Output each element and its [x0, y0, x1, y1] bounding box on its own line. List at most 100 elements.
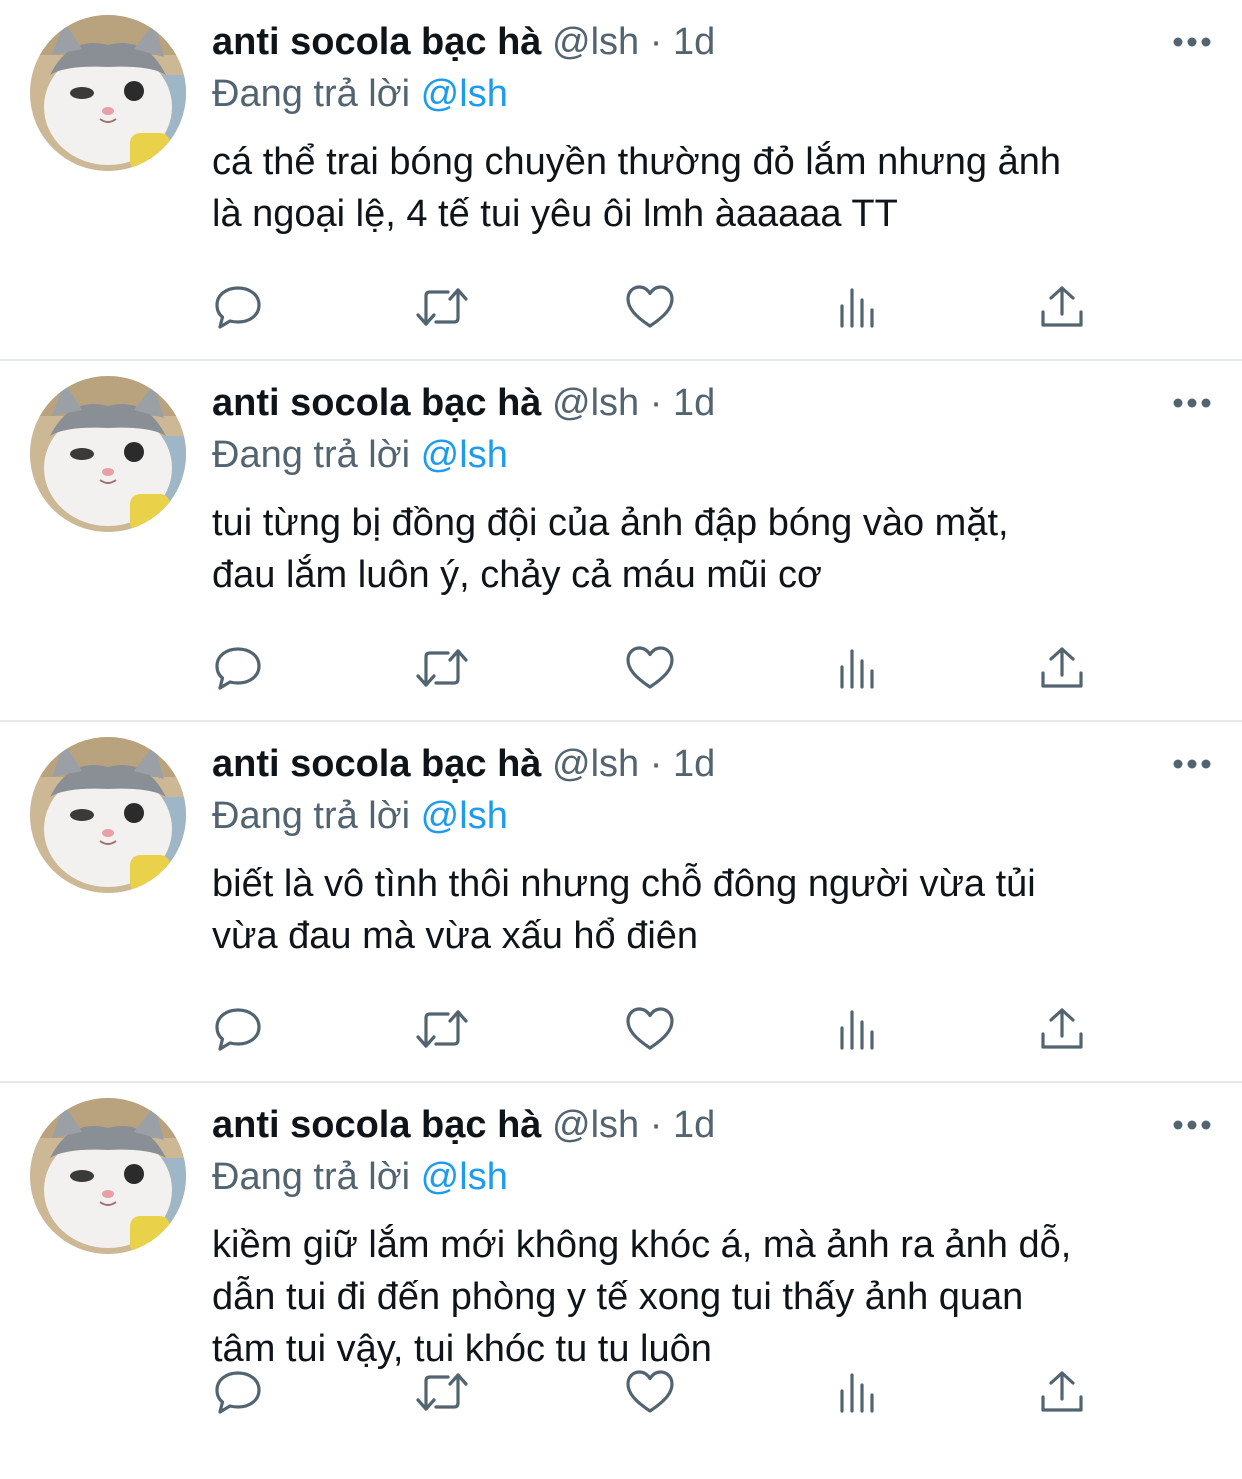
- reply-button[interactable]: [210, 1003, 266, 1055]
- avatar[interactable]: [30, 737, 186, 893]
- views-button[interactable]: [830, 1366, 886, 1418]
- reply-mention-link[interactable]: @lsh: [421, 795, 508, 837]
- retweet-button[interactable]: [414, 642, 470, 694]
- replying-to-label: Đang trả lời: [212, 795, 411, 837]
- tweet[interactable]: anti socola bạc hà @lsh · 1d Đang trả lờ…: [0, 722, 1242, 1083]
- cat-avatar-image: [30, 376, 186, 532]
- replying-to: Đang trả lời @lsh: [212, 70, 508, 118]
- tweet[interactable]: anti socola bạc hà @lsh · 1d Đang trả lờ…: [0, 1083, 1242, 1444]
- views-button[interactable]: [830, 642, 886, 694]
- tweet-actions: [210, 642, 1090, 694]
- tweet-actions: [210, 1003, 1090, 1055]
- share-button[interactable]: [1034, 1003, 1090, 1055]
- username-handle[interactable]: @lsh: [552, 21, 639, 63]
- cat-avatar-image: [30, 15, 186, 171]
- tweet-header: anti socola bạc hà @lsh · 1d: [212, 740, 715, 788]
- replying-to: Đang trả lời @lsh: [212, 792, 508, 840]
- replying-to-label: Đang trả lời: [212, 73, 411, 115]
- views-icon: [840, 1010, 874, 1050]
- like-icon: [626, 1370, 674, 1413]
- separator-dot: ·: [649, 1104, 663, 1146]
- share-button[interactable]: [1034, 281, 1090, 333]
- more-icon: [1173, 759, 1211, 769]
- more-options-button[interactable]: [1170, 22, 1214, 62]
- tweet-header: anti socola bạc hà @lsh · 1d: [212, 18, 715, 66]
- tweet-text: biết là vô tình thôi nhưng chỗ đông ngườ…: [212, 863, 1036, 957]
- more-icon: [1173, 398, 1211, 408]
- reply-icon: [215, 1008, 261, 1051]
- tweet-header: anti socola bạc hà @lsh · 1d: [212, 379, 715, 427]
- username-handle[interactable]: @lsh: [552, 1104, 639, 1146]
- separator-dot: ·: [649, 743, 663, 785]
- replying-to: Đang trả lời @lsh: [212, 1153, 508, 1201]
- display-name[interactable]: anti socola bạc hà: [212, 743, 541, 785]
- tweet-text: kiềm giữ lắm mới không khóc á, mà ảnh ra…: [212, 1224, 1072, 1370]
- share-icon: [1041, 1008, 1083, 1049]
- share-icon: [1041, 286, 1083, 327]
- timestamp[interactable]: 1d: [673, 21, 715, 63]
- more-options-button[interactable]: [1170, 1105, 1214, 1145]
- timestamp[interactable]: 1d: [673, 382, 715, 424]
- like-button[interactable]: [622, 1366, 678, 1418]
- retweet-icon: [416, 1010, 468, 1048]
- tweet-text: tui từng bị đồng đội của ảnh đập bóng và…: [212, 502, 1009, 596]
- views-icon: [840, 1373, 874, 1413]
- reply-button[interactable]: [210, 642, 266, 694]
- replying-to-label: Đang trả lời: [212, 434, 411, 476]
- timestamp[interactable]: 1d: [673, 743, 715, 785]
- reply-icon: [215, 1371, 261, 1414]
- reply-mention-link[interactable]: @lsh: [421, 434, 508, 476]
- avatar[interactable]: [30, 376, 186, 532]
- more-options-button[interactable]: [1170, 744, 1214, 784]
- cat-avatar-image: [30, 1098, 186, 1254]
- more-icon: [1173, 1120, 1211, 1130]
- reply-mention-link[interactable]: @lsh: [421, 1156, 508, 1198]
- tweet-actions: [210, 281, 1090, 333]
- more-options-button[interactable]: [1170, 383, 1214, 423]
- username-handle[interactable]: @lsh: [552, 382, 639, 424]
- retweet-button[interactable]: [414, 1003, 470, 1055]
- timeline: anti socola bạc hà @lsh · 1d Đang trả lờ…: [0, 0, 1242, 1444]
- views-button[interactable]: [830, 281, 886, 333]
- reply-icon: [215, 647, 261, 690]
- views-button[interactable]: [830, 1003, 886, 1055]
- retweet-icon: [416, 1373, 468, 1411]
- replying-to-label: Đang trả lời: [212, 1156, 411, 1198]
- tweet-text: cá thể trai bóng chuyền thường đỏ lắm nh…: [212, 141, 1062, 235]
- replying-to: Đang trả lời @lsh: [212, 431, 508, 479]
- like-button[interactable]: [622, 1003, 678, 1055]
- timestamp[interactable]: 1d: [673, 1104, 715, 1146]
- like-icon: [626, 285, 674, 328]
- reply-mention-link[interactable]: @lsh: [421, 73, 508, 115]
- avatar[interactable]: [30, 1098, 186, 1254]
- separator-dot: ·: [649, 21, 663, 63]
- tweet-actions: [210, 1366, 1090, 1418]
- more-icon: [1173, 37, 1211, 47]
- cat-avatar-image: [30, 737, 186, 893]
- views-icon: [840, 649, 874, 689]
- like-button[interactable]: [622, 642, 678, 694]
- separator-dot: ·: [649, 382, 663, 424]
- username-handle[interactable]: @lsh: [552, 743, 639, 785]
- tweet[interactable]: anti socola bạc hà @lsh · 1d Đang trả lờ…: [0, 0, 1242, 361]
- retweet-button[interactable]: [414, 1366, 470, 1418]
- display-name[interactable]: anti socola bạc hà: [212, 382, 541, 424]
- like-icon: [626, 1007, 674, 1050]
- retweet-icon: [416, 649, 468, 687]
- retweet-button[interactable]: [414, 281, 470, 333]
- views-icon: [840, 288, 874, 328]
- display-name[interactable]: anti socola bạc hà: [212, 21, 541, 63]
- share-icon: [1041, 647, 1083, 688]
- reply-icon: [215, 286, 261, 329]
- tweet[interactable]: anti socola bạc hà @lsh · 1d Đang trả lờ…: [0, 361, 1242, 722]
- reply-button[interactable]: [210, 1366, 266, 1418]
- like-button[interactable]: [622, 281, 678, 333]
- avatar[interactable]: [30, 15, 186, 171]
- reply-button[interactable]: [210, 281, 266, 333]
- display-name[interactable]: anti socola bạc hà: [212, 1104, 541, 1146]
- like-icon: [626, 646, 674, 689]
- retweet-icon: [416, 288, 468, 326]
- share-button[interactable]: [1034, 1366, 1090, 1418]
- tweet-header: anti socola bạc hà @lsh · 1d: [212, 1101, 715, 1149]
- share-button[interactable]: [1034, 642, 1090, 694]
